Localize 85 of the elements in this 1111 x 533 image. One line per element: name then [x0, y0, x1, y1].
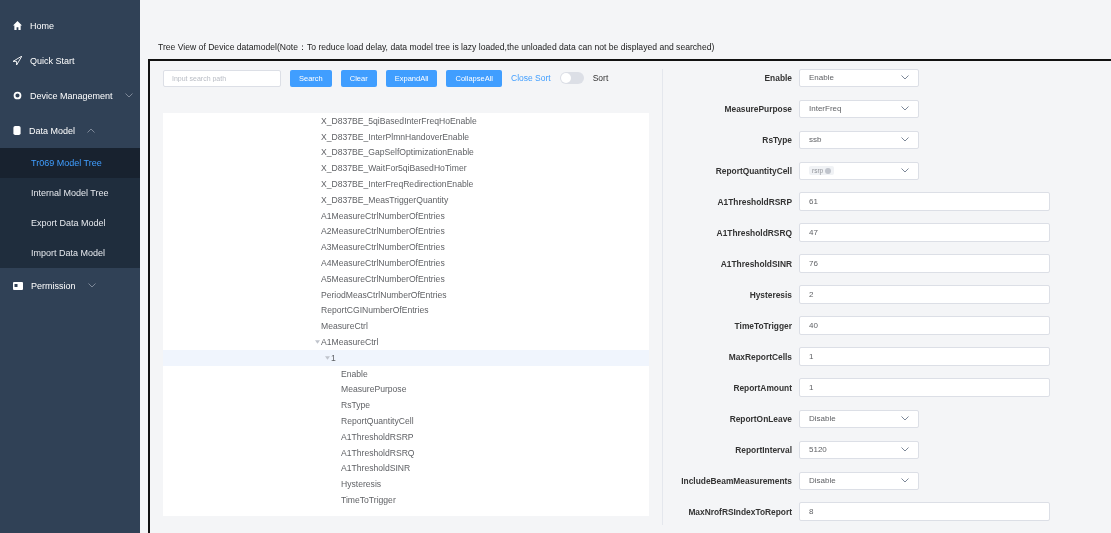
chevron-icon: [124, 93, 133, 98]
field-label: MeasurePurpose: [723, 103, 793, 114]
tree-node[interactable]: A4MeasureCtrlNumberOfEntries: [163, 255, 649, 271]
select-field[interactable]: Disable: [799, 471, 919, 490]
caret-icon: [314, 340, 320, 345]
tree-node[interactable]: A1ThresholdSINR: [163, 460, 649, 477]
select-field[interactable]: Disable: [799, 409, 919, 428]
select-field[interactable]: InterFreq: [799, 99, 919, 118]
select-field[interactable]: 5120: [799, 440, 919, 459]
sort-label: Sort: [592, 73, 609, 83]
input-field[interactable]: 1: [799, 347, 1050, 366]
submenu-item[interactable]: Internal Model Tree: [0, 178, 140, 208]
tree-node[interactable]: RsType: [163, 397, 649, 414]
gear-icon: [13, 91, 22, 100]
sort-label: Close Sort: [511, 73, 551, 83]
field-label: A1ThresholdSINR: [719, 258, 793, 269]
input-field[interactable]: 76: [799, 254, 1050, 273]
tree-node[interactable]: Hysteresis: [163, 476, 649, 493]
chevron-icon: [87, 283, 96, 288]
field-label: A1ThresholdRSRQ: [715, 227, 793, 238]
chevron-icon: [901, 106, 909, 111]
tree-node[interactable]: X_D837BE_5qiBasedInterFreqHoEnable: [163, 113, 649, 129]
chevron-icon: [901, 137, 909, 142]
tree-node[interactable]: A3MeasureCtrlNumberOfEntries: [163, 239, 649, 256]
menu-item[interactable]: Permission: [0, 268, 140, 303]
tree-node[interactable]: 1: [163, 349, 649, 366]
paper-plane-icon: [13, 56, 22, 65]
input-field[interactable]: 1: [799, 378, 1050, 397]
tree-node[interactable]: ReportCGINumberOfEntries: [163, 302, 649, 319]
menu-item[interactable]: Device Management: [0, 78, 140, 113]
menu-item[interactable]: Quick Start: [0, 43, 140, 78]
field-label: ReportInterval: [734, 444, 793, 455]
home-icon: [13, 21, 22, 30]
menu-item[interactable]: Data Model: [0, 113, 140, 148]
tree-node[interactable]: A1ThresholdRSRP: [163, 428, 649, 445]
id-card-icon: [13, 281, 23, 290]
field-label: Hysteresis: [748, 289, 793, 300]
tree-node[interactable]: A2MeasureCtrlNumberOfEntries: [163, 223, 649, 240]
tree-node[interactable]: X_D837BE_InterFreqRedirectionEnable: [163, 176, 649, 192]
chevron-icon: [901, 168, 909, 173]
tree-node[interactable]: X_D837BE_WaitFor5qiBasedHoTimer: [163, 160, 649, 177]
input-field[interactable]: 40: [799, 316, 1050, 335]
tree-node[interactable]: TimeToTrigger: [163, 492, 649, 508]
chevron-icon: [901, 75, 909, 80]
chevron-icon: [901, 416, 909, 421]
submenu-item[interactable]: Tr069 Model Tree: [0, 148, 140, 178]
database-icon: [13, 126, 21, 135]
input-field[interactable]: 61: [799, 192, 1050, 211]
tree-node[interactable]: A1ThresholdRSRQ: [163, 444, 649, 461]
tree-node[interactable]: X_D837BE_GapSelfOptimizationEnable: [163, 144, 649, 161]
submenu-item[interactable]: Export Data Model: [0, 208, 140, 238]
close-icon[interactable]: [825, 167, 832, 174]
select-field[interactable]: Enable: [799, 68, 919, 87]
tree-node[interactable]: MeasurePurpose: [163, 381, 649, 398]
sort-switch[interactable]: [559, 72, 584, 84]
field-label: ReportOnLeave: [728, 413, 793, 424]
tree-node[interactable]: X_D837BE_MeasTriggerQuantity: [163, 192, 649, 208]
tree-node[interactable]: MeasureCtrl: [163, 318, 649, 335]
select-field[interactable]: ssb: [799, 130, 919, 149]
chevron-icon: [901, 447, 909, 452]
tree-node[interactable]: A1MeasureCtrlNumberOfEntries: [163, 207, 649, 224]
menu-item[interactable]: Home: [0, 8, 140, 43]
submenu-item[interactable]: Import Data Model: [0, 238, 140, 268]
input-field[interactable]: 8: [799, 502, 1050, 521]
tree-node[interactable]: Enable: [163, 365, 649, 382]
tree-node[interactable]: ReportQuantityCell: [163, 413, 649, 429]
input-field[interactable]: 47: [799, 223, 1050, 242]
chevron-icon: [87, 128, 96, 133]
chevron-icon: [901, 478, 909, 483]
tree-node[interactable]: A1MeasureCtrl: [163, 334, 649, 350]
field-label: MaxReportCells: [727, 351, 793, 362]
tree-node[interactable]: A5MeasureCtrlNumberOfEntries: [163, 270, 649, 287]
field-label: TimeToTrigger: [733, 320, 793, 331]
field-label: ReportQuantityCell: [714, 165, 793, 176]
caret-icon: [324, 355, 330, 360]
field-label: IncludeBeamMeasurements: [680, 475, 793, 486]
tree-node[interactable]: PeriodMeasCtrlNumberOfEntries: [163, 286, 649, 303]
tree-node[interactable]: X_D837BE_InterPlmnHandoverEnable: [163, 128, 649, 145]
input-field[interactable]: 2: [799, 285, 1050, 304]
field-label: A1ThresholdRSRP: [716, 196, 793, 207]
field-label: Enable: [763, 72, 793, 83]
field-label: ReportAmount: [732, 382, 793, 393]
field-label: MaxNrofRSIndexToReport: [687, 506, 793, 517]
field-label: RsType: [761, 134, 793, 145]
description-text: Tree View of Device datamodel(Note：To reduce load delay, data model tree is lazy loaded,the unloaded data can not be displayed and searched): [157, 42, 716, 54]
